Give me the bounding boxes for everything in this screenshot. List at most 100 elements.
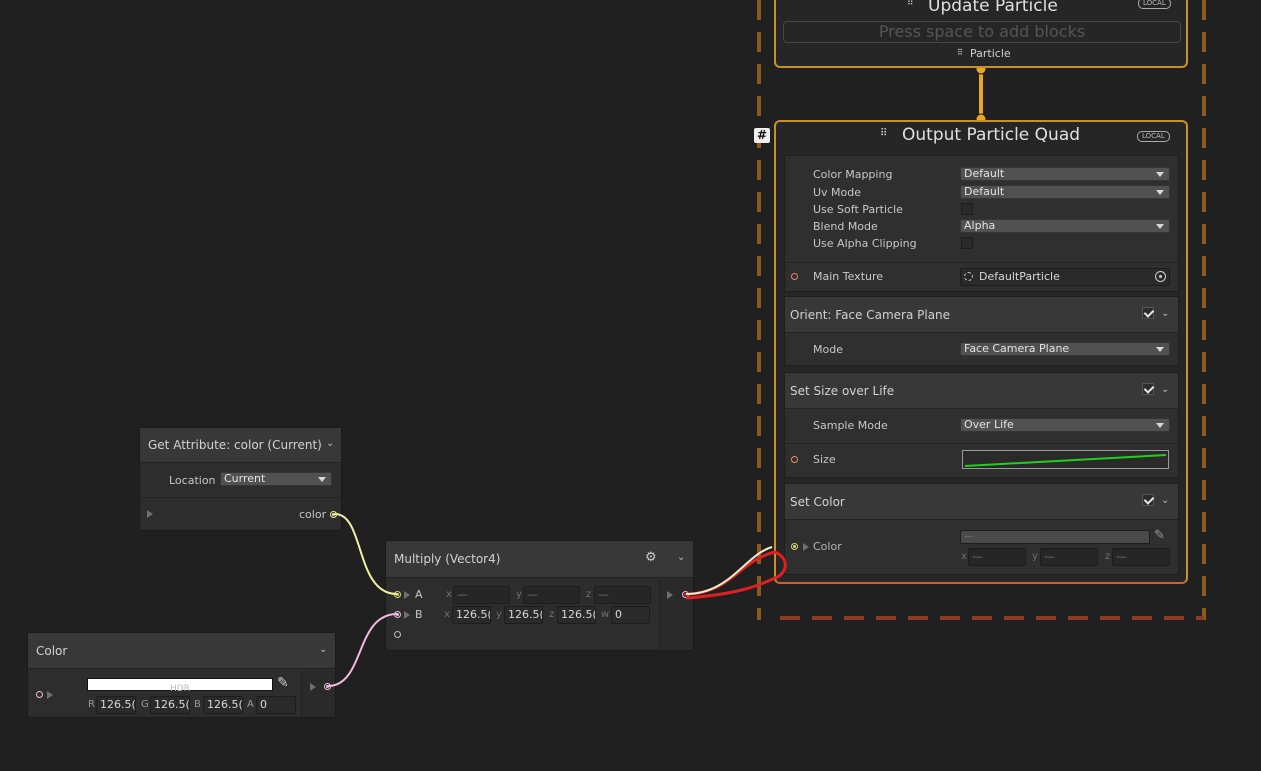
a-label: A	[415, 588, 423, 601]
location-label: Location	[169, 474, 216, 487]
y-label: y	[496, 609, 502, 620]
setting-color-mapping-label: Color Mapping	[813, 168, 893, 181]
node-title: Color	[28, 633, 335, 669]
color-swatch-field[interactable]: —	[960, 530, 1150, 544]
add-input-port[interactable]	[394, 631, 401, 638]
chevron-down-icon[interactable]: ⌄	[1161, 308, 1169, 319]
orient-mode-dropdown[interactable]: Face Camera Plane	[960, 342, 1170, 356]
size-curve-field[interactable]	[962, 450, 1169, 469]
b-x-field[interactable]: 126.5(	[452, 606, 491, 624]
eyedropper-icon[interactable]: ✎	[277, 675, 289, 691]
color-output-port[interactable]	[324, 683, 331, 690]
color-output-label: color	[299, 508, 327, 521]
expand-arrow-icon[interactable]	[803, 543, 809, 551]
b-w-field[interactable]: 0	[611, 606, 650, 624]
size-enabled-checkbox[interactable]	[1142, 383, 1154, 395]
b-field[interactable]: 126.5(	[203, 696, 243, 714]
color-x-field[interactable]: —	[968, 548, 1026, 566]
expand-arrow-icon[interactable]	[310, 683, 316, 691]
multiply-node[interactable]: Multiply (Vector4) ⚙ ⌄ A x — y — z — B x…	[385, 540, 694, 651]
orient-mode-label: Mode	[813, 343, 843, 356]
add-blocks-placeholder[interactable]: Press space to add blocks	[783, 21, 1181, 43]
setting-use-alpha-clipping-label: Use Alpha Clipping	[813, 237, 917, 250]
b-y-field[interactable]: 126.5(	[504, 606, 543, 624]
main-texture-label: Main Texture	[813, 270, 884, 283]
x-label: x	[961, 551, 967, 562]
object-picker-icon[interactable]	[1155, 271, 1166, 282]
expand-arrow-icon[interactable]	[404, 591, 410, 599]
a-x-field[interactable]: —	[453, 586, 510, 604]
particle-system-icon: ⠿	[880, 128, 888, 139]
hdr-label: HDR	[170, 684, 190, 694]
setting-blend-mode-label: Blend Mode	[813, 220, 878, 233]
local-badge: LOCAL	[1138, 0, 1171, 9]
b-z-field[interactable]: 126.5(	[557, 606, 596, 624]
setting-use-soft-particle-label: Use Soft Particle	[813, 203, 903, 216]
color-output-port[interactable]	[330, 511, 337, 518]
use-alpha-clipping-checkbox[interactable]	[961, 237, 973, 249]
color-z-field[interactable]: —	[1112, 548, 1170, 566]
color-node[interactable]: Color ⌄ HDR ✎ R 126.5( G 126.5( B 126.5(…	[27, 632, 336, 718]
location-dropdown[interactable]: Current	[220, 472, 332, 486]
eyedropper-icon[interactable]: ✎	[1154, 528, 1165, 543]
r-field[interactable]: 126.5(	[96, 696, 136, 714]
expand-arrow-icon[interactable]	[147, 510, 153, 518]
x-label: x	[446, 589, 452, 600]
a-z-field[interactable]: —	[594, 586, 651, 604]
chevron-down-icon[interactable]: ⌄	[326, 438, 334, 449]
hdr-color-swatch[interactable]: HDR	[87, 678, 273, 694]
chevron-down-icon[interactable]: ⌄	[677, 552, 685, 563]
a-input-port[interactable]	[394, 591, 401, 598]
r-label: R	[88, 699, 95, 710]
color-label: Color	[813, 540, 842, 553]
a-y-field[interactable]: —	[523, 586, 580, 604]
local-badge: LOCAL	[1137, 131, 1170, 142]
particle-system-icon: ⠿	[907, 0, 914, 8]
flow-output-icon: ⠿	[957, 48, 963, 57]
hash-badge: #	[754, 128, 770, 143]
block-title: Set Color	[785, 484, 1178, 520]
set-color-enabled-checkbox[interactable]	[1142, 494, 1154, 506]
block-title: Orient: Face Camera Plane	[785, 297, 1178, 333]
b-label: B	[415, 608, 423, 621]
get-attribute-node[interactable]: Get Attribute: color (Current) ⌄ Locatio…	[139, 427, 342, 531]
a-field[interactable]: 0	[256, 696, 296, 714]
w-label: w	[601, 609, 610, 620]
gear-icon[interactable]: ⚙	[645, 550, 657, 565]
expand-arrow-icon[interactable]	[47, 691, 53, 699]
texture-icon	[964, 272, 973, 281]
chevron-down-icon[interactable]: ⌄	[1161, 384, 1169, 395]
chevron-down-icon[interactable]: ⌄	[1161, 495, 1169, 506]
uv-mode-dropdown[interactable]: Default	[960, 185, 1170, 199]
size-label: Size	[813, 453, 836, 466]
size-input-port[interactable]	[791, 456, 798, 463]
setting-uv-mode-label: Uv Mode	[813, 186, 862, 199]
color-input-port[interactable]	[791, 543, 798, 550]
main-texture-input-port[interactable]	[791, 273, 798, 280]
flow-output-label: Particle	[970, 47, 1011, 60]
update-context[interactable]: ⠿ Update Particle LOCAL Press space to a…	[774, 0, 1188, 68]
context-title: Update Particle	[928, 0, 1058, 16]
use-soft-particle-checkbox[interactable]	[961, 203, 973, 215]
multiply-output-port[interactable]	[682, 591, 689, 598]
sample-mode-label: Sample Mode	[813, 419, 888, 432]
y-label: y	[516, 589, 522, 600]
x-label: x	[444, 609, 450, 620]
color-input-port[interactable]	[36, 691, 43, 698]
chevron-down-icon[interactable]: ⌄	[319, 644, 327, 655]
node-title: Get Attribute: color (Current)	[140, 428, 341, 463]
orient-enabled-checkbox[interactable]	[1142, 307, 1154, 319]
sample-mode-dropdown[interactable]: Over Life	[960, 418, 1170, 432]
main-texture-field[interactable]: DefaultParticle	[960, 268, 1170, 286]
z-label: z	[1105, 551, 1111, 562]
b-input-port[interactable]	[394, 611, 401, 618]
color-mapping-dropdown[interactable]: Default	[960, 167, 1170, 181]
y-label: y	[1032, 551, 1038, 562]
color-y-field[interactable]: —	[1040, 548, 1098, 566]
b-label: B	[194, 699, 201, 710]
g-label: G	[141, 699, 149, 710]
g-field[interactable]: 126.5(	[150, 696, 190, 714]
expand-arrow-icon[interactable]	[667, 591, 673, 599]
blend-mode-dropdown[interactable]: Alpha	[960, 219, 1170, 233]
expand-arrow-icon[interactable]	[404, 611, 410, 619]
